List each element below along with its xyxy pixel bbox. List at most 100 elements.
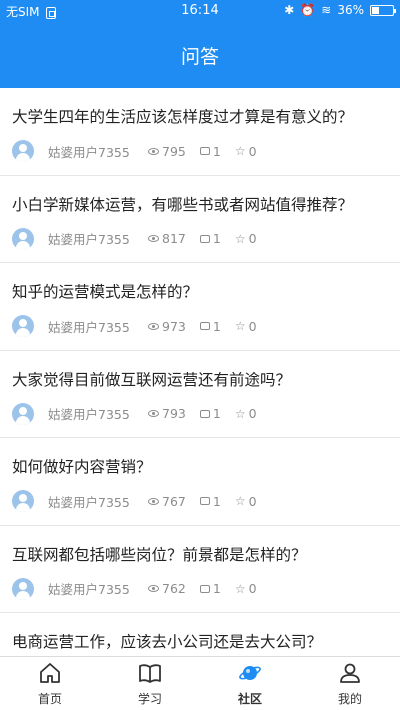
- comments-count: 1: [212, 493, 221, 509]
- battery-icon: [370, 4, 396, 16]
- comment-icon: [199, 497, 210, 505]
- eye-icon: [148, 585, 159, 592]
- book-icon: [139, 664, 161, 683]
- star-icon: ☆: [234, 406, 246, 421]
- views-count: 795: [162, 143, 186, 159]
- wifi-icon: ≋: [321, 3, 332, 17]
- question-meta: 姑婆用户7355 793 1 ☆ 0: [12, 402, 388, 425]
- likes-stat: ☆ 0: [235, 406, 257, 421]
- likes-count: 0: [248, 318, 257, 334]
- avatar: [12, 577, 34, 600]
- tab-community-label: 社区: [237, 692, 262, 706]
- question-item[interactable]: 电商运营工作，应该去小公司还是去大公司？: [0, 613, 400, 656]
- likes-count: 0: [248, 581, 257, 596]
- tab-study[interactable]: 学习: [100, 657, 200, 710]
- comment-icon: [199, 322, 210, 330]
- tab-home-label: 首页: [37, 692, 62, 706]
- author-name: 姑婆用户7355: [48, 144, 130, 160]
- eye-icon: [148, 497, 159, 505]
- comments-count: 1: [212, 143, 221, 159]
- likes-stat: ☆ 0: [235, 494, 257, 509]
- likes-stat: ☆ 0: [235, 144, 257, 159]
- question-item[interactable]: 如何做好内容营销？ 姑婆用户7355 767 1 ☆ 0: [0, 438, 400, 526]
- likes-count: 0: [248, 231, 257, 246]
- avatar: [12, 490, 34, 512]
- star-icon: ☆: [234, 494, 246, 508]
- comments-count: 1: [212, 318, 221, 334]
- views-count: 762: [162, 581, 186, 596]
- question-meta: 姑婆用户7355 973 1 ☆ 0: [12, 315, 388, 337]
- question-title: 电商运营工作，应该去小公司还是去大公司？: [12, 633, 323, 651]
- comments-count: 1: [212, 406, 221, 421]
- question-item[interactable]: 大学生四年的生活应该怎样度过才算是有意义的？ 姑婆用户7355 795 1 ☆ 0: [0, 88, 400, 176]
- likes-stat: ☆ 0: [235, 231, 257, 246]
- views-stat: 795: [148, 144, 186, 159]
- eye-icon: [148, 235, 159, 242]
- page-header: 问答: [0, 22, 400, 88]
- comments-stat: 1: [199, 493, 221, 509]
- bottom-tab-bar: 首页 学习 社区 我的: [0, 656, 400, 710]
- star-icon: ☆: [234, 319, 246, 333]
- star-icon: ☆: [234, 231, 246, 246]
- page-title: 问答: [180, 45, 219, 68]
- status-bar: 无SIM 16:14 ✱ ⏰ ≋ 36%: [0, 0, 400, 22]
- comments-count: 1: [212, 581, 221, 596]
- question-item[interactable]: 知乎的运营模式是怎样的？ 姑婆用户7355 973 1 ☆ 0: [0, 263, 400, 351]
- likes-count: 0: [248, 143, 257, 159]
- tab-study-label: 学习: [137, 692, 162, 706]
- star-icon: ☆: [234, 144, 246, 158]
- comments-stat: 1: [199, 318, 221, 334]
- question-item[interactable]: 小白学新媒体运营，有哪些书或者网站值得推荐？ 姑婆用户7355 817 1 ☆ 0: [0, 175, 400, 263]
- author-name: 姑婆用户7355: [48, 494, 130, 510]
- question-meta: 姑婆用户7355 817 1 ☆ 0: [12, 227, 388, 250]
- home-icon: [40, 663, 60, 683]
- eye-icon: [148, 410, 159, 417]
- question-title: 小白学新媒体运营，有哪些书或者网站值得推荐？: [12, 195, 354, 214]
- question-title: 互联网都包括哪些岗位？前景都是怎样的？: [12, 545, 307, 564]
- battery-percent: 36%: [337, 3, 364, 17]
- question-title: 如何做好内容营销？: [12, 458, 152, 476]
- tab-mine-label: 我的: [337, 692, 362, 706]
- planet-icon: [239, 666, 261, 680]
- views-stat: 793: [148, 406, 186, 421]
- comments-stat: 1: [199, 581, 221, 596]
- author-name: 姑婆用户7355: [48, 319, 130, 335]
- status-right: ✱ ⏰ ≋ 36%: [284, 3, 396, 17]
- comments-stat: 1: [199, 143, 221, 159]
- views-count: 973: [162, 318, 186, 334]
- avatar: [12, 402, 34, 425]
- question-meta: 姑婆用户7355 762 1 ☆ 0: [12, 577, 388, 600]
- comments-count: 1: [212, 231, 221, 246]
- tab-home[interactable]: 首页: [0, 657, 100, 710]
- tab-mine[interactable]: 我的: [300, 657, 400, 710]
- views-stat: 817: [148, 231, 186, 246]
- avatar: [12, 227, 34, 250]
- user-icon: [340, 663, 360, 683]
- question-meta: 姑婆用户7355 767 1 ☆ 0: [12, 490, 388, 512]
- bluetooth-icon: ✱: [284, 3, 295, 17]
- alarm-icon: ⏰: [300, 3, 316, 17]
- question-meta: 姑婆用户7355 795 1 ☆ 0: [12, 140, 388, 162]
- comment-icon: [199, 147, 210, 155]
- question-list[interactable]: 大学生四年的生活应该怎样度过才算是有意义的？ 姑婆用户7355 795 1 ☆ 0…: [0, 88, 400, 656]
- avatar: [12, 140, 34, 162]
- question-title: 大学生四年的生活应该怎样度过才算是有意义的？: [12, 108, 354, 126]
- comments-stat: 1: [199, 231, 221, 246]
- avatar: [12, 315, 34, 337]
- star-icon: ☆: [234, 581, 246, 596]
- question-title: 知乎的运营模式是怎样的？: [12, 283, 199, 301]
- author-name: 姑婆用户7355: [48, 582, 130, 597]
- tab-community[interactable]: 社区: [200, 657, 300, 710]
- views-count: 817: [162, 231, 186, 246]
- question-item[interactable]: 大家觉得目前做互联网运营还有前途吗？ 姑婆用户7355 793 1 ☆ 0: [0, 350, 400, 438]
- author-name: 姑婆用户7355: [48, 407, 130, 422]
- likes-stat: ☆ 0: [235, 581, 257, 596]
- views-stat: 973: [148, 319, 186, 334]
- likes-count: 0: [248, 493, 257, 509]
- question-item[interactable]: 互联网都包括哪些岗位？前景都是怎样的？ 姑婆用户7355 762 1 ☆ 0: [0, 525, 400, 613]
- eye-icon: [148, 147, 159, 155]
- likes-stat: ☆ 0: [235, 319, 257, 334]
- views-stat: 767: [148, 494, 186, 509]
- comment-icon: [199, 409, 210, 418]
- views-count: 767: [162, 493, 186, 509]
